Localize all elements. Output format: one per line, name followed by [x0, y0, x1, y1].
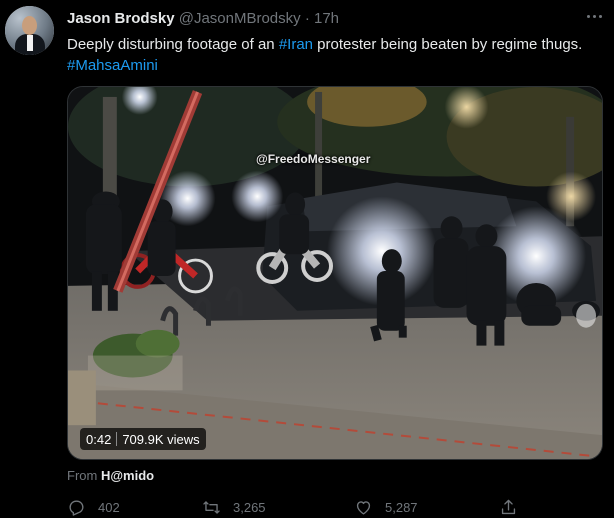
- like-count: 5,287: [385, 500, 418, 515]
- hashtag-mahsaamini[interactable]: #MahsaAmini: [67, 57, 158, 74]
- hashtag-iran[interactable]: #Iran: [279, 36, 313, 53]
- avatar[interactable]: [5, 6, 54, 55]
- tweet-header: Jason Brodsky @JasonMBrodsky · 17h: [67, 10, 339, 30]
- retweet-icon: [203, 501, 220, 514]
- video-duration: 0:42: [86, 431, 112, 447]
- from-label: From: [67, 468, 98, 483]
- tweet-text-part: Deeply disturbing footage of an: [67, 36, 279, 53]
- author-name[interactable]: Jason Brodsky: [67, 10, 175, 27]
- tweet[interactable]: Jason Brodsky @JasonMBrodsky · 17h Deepl…: [0, 0, 614, 518]
- like-icon: [356, 501, 371, 515]
- author-handle[interactable]: @JasonMBrodsky: [179, 10, 301, 27]
- tweet-text-part: protester being beaten by regime thugs.: [313, 36, 583, 53]
- reply-count: 402: [98, 500, 120, 515]
- share-icon: [501, 499, 516, 515]
- reply-icon: [69, 500, 84, 516]
- tweet-actions: 402 3,265 5,287: [67, 498, 607, 518]
- retweet-button[interactable]: 3,265: [202, 498, 266, 517]
- video-views: 709.9K views: [122, 431, 200, 447]
- retweet-count: 3,265: [233, 500, 266, 515]
- share-button[interactable]: [499, 498, 530, 517]
- video-source: From H@mido: [67, 468, 154, 483]
- video-frame: [68, 87, 602, 459]
- duration-divider: [116, 432, 118, 446]
- reply-button[interactable]: 402: [67, 498, 120, 517]
- tweet-text: Deeply disturbing footage of an #Iran pr…: [67, 34, 597, 76]
- more-icon[interactable]: [582, 4, 606, 28]
- like-button[interactable]: 5,287: [354, 498, 418, 517]
- video-player[interactable]: @FreedoMessenger 0:42 709.9K views: [67, 86, 603, 460]
- separator-dot: ·: [304, 10, 310, 27]
- from-name[interactable]: H@mido: [101, 468, 154, 483]
- video-watermark: @FreedoMessenger: [256, 152, 371, 166]
- tweet-time[interactable]: 17h: [314, 10, 339, 27]
- video-duration-badge: 0:42 709.9K views: [80, 428, 206, 450]
